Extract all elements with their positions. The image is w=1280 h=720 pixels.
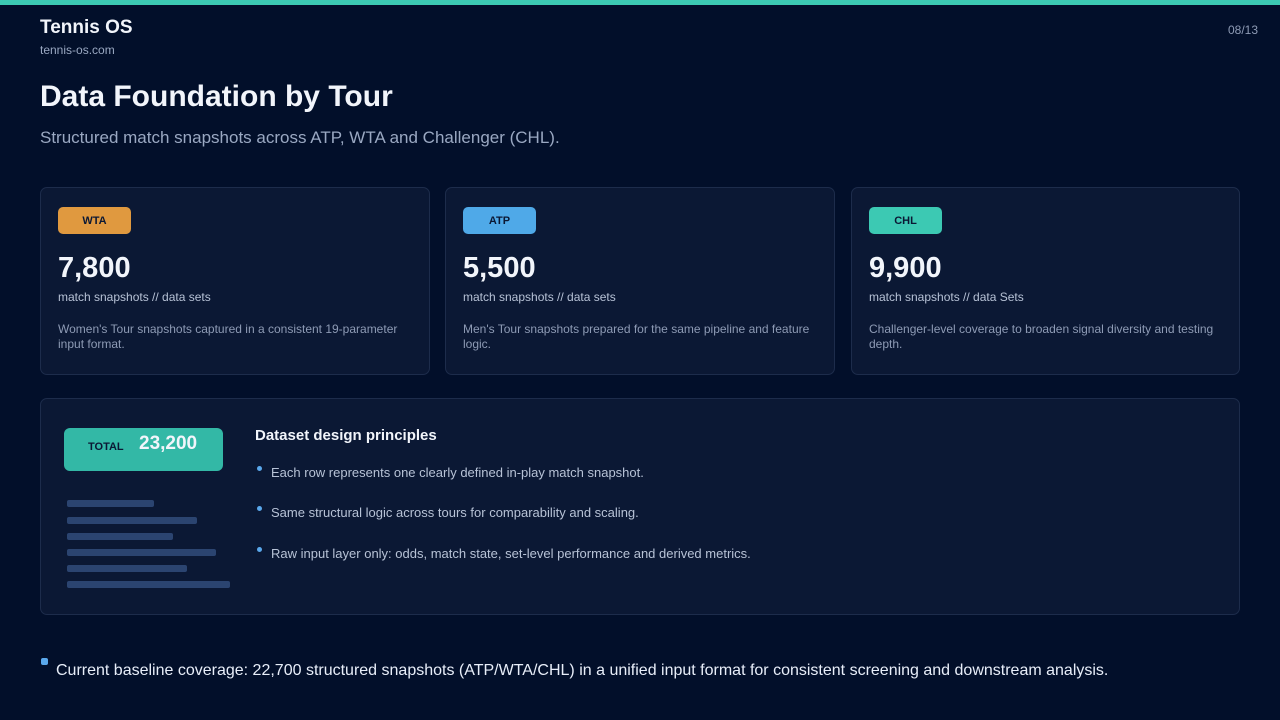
decorative-bar: [67, 500, 154, 507]
card-unit: match snapshots // data sets: [463, 290, 616, 304]
page-title: Data Foundation by Tour: [40, 80, 393, 113]
bullet-icon: [257, 506, 262, 511]
page-number: 08/13: [1227, 23, 1258, 37]
principle-text: Each row represents one clearly defined …: [271, 465, 644, 480]
brand-url[interactable]: tennis-os.com: [40, 43, 133, 57]
top-accent-bar: [0, 0, 1280, 5]
footer-summary: Current baseline coverage: 22,700 struct…: [56, 662, 1109, 679]
total-value: 23,200: [139, 433, 198, 454]
card-value: 7,800: [58, 252, 131, 284]
tour-badge-wta: WTA: [58, 207, 131, 234]
brand-name: Tennis OS: [40, 17, 133, 38]
bullet-icon: [257, 547, 262, 552]
decorative-bar: [67, 565, 187, 572]
total-label: TOTAL: [88, 441, 124, 453]
card-value: 9,900: [869, 252, 942, 284]
decorative-bar: [67, 517, 197, 524]
principles-title: Dataset design principles: [255, 427, 437, 444]
total-badge: TOTAL 23,200: [64, 428, 223, 471]
decorative-bar: [67, 581, 230, 588]
card-unit: match snapshots // data Sets: [869, 290, 1024, 304]
page-subtitle: Structured match snapshots across ATP, W…: [40, 128, 560, 147]
card-value: 5,500: [463, 252, 536, 284]
principle-text: Raw input layer only: odds, match state,…: [271, 546, 751, 561]
principle-text: Same structural logic across tours for c…: [271, 505, 639, 520]
tour-badge-atp: ATP: [463, 207, 536, 234]
card-description: Women's Tour snapshots captured in a con…: [58, 322, 398, 351]
card-unit: match snapshots // data sets: [58, 290, 211, 304]
footer-bullet-icon: [41, 658, 48, 665]
tour-badge-chl: CHL: [869, 207, 942, 234]
decorative-bar: [67, 533, 173, 540]
card-description: Challenger-level coverage to broaden sig…: [869, 322, 1214, 351]
tour-card-chl: CHL 9,900 match snapshots // data Sets C…: [851, 187, 1240, 375]
bullet-icon: [257, 466, 262, 471]
tour-card-atp: ATP 5,500 match snapshots // data sets M…: [445, 187, 835, 375]
tour-card-wta: WTA 7,800 match snapshots // data sets W…: [40, 187, 430, 375]
decorative-bar: [67, 549, 216, 556]
brand: Tennis OS tennis-os.com: [40, 17, 133, 57]
card-description: Men's Tour snapshots prepared for the sa…: [463, 322, 810, 351]
principles-panel: TOTAL 23,200 Dataset design principles E…: [40, 398, 1240, 615]
